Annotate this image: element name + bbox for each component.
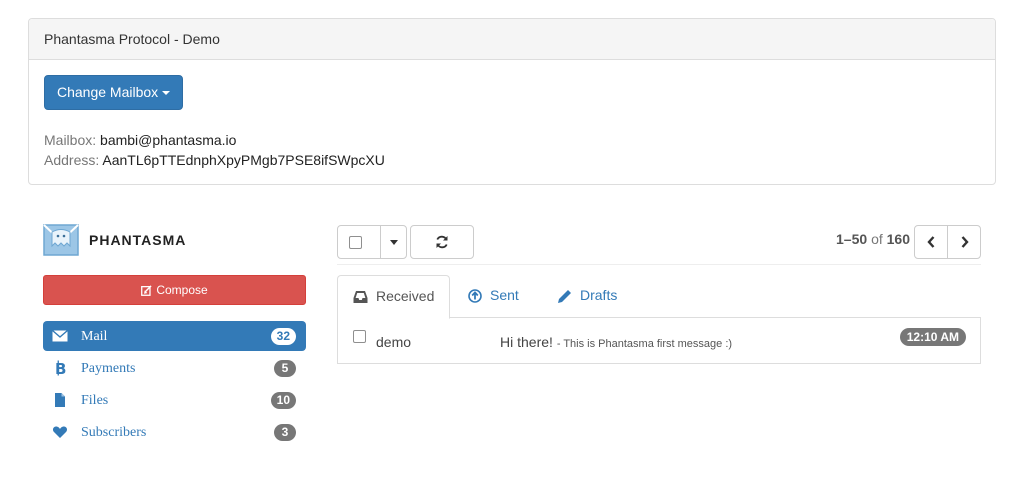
tab-label: Received — [376, 288, 435, 304]
address-value: AanTL6pTTEdnphXpyPMgb7PSE8ifSWpcXU — [102, 152, 385, 168]
pager-info: 1–50 of 160 — [836, 231, 910, 247]
chevron-left-icon — [927, 236, 935, 248]
compose-label: Compose — [156, 283, 208, 297]
mail-tabs: Received Sent Drafts — [337, 275, 981, 319]
change-mailbox-button[interactable]: Change Mailbox — [44, 75, 183, 110]
refresh-icon — [436, 235, 448, 249]
envelope-icon — [52, 329, 68, 342]
sidebar-item-mail[interactable]: Mail 32 — [43, 321, 306, 351]
prev-page-button[interactable] — [914, 225, 948, 259]
chevron-right-icon — [961, 236, 969, 248]
sidebar-item-label: Mail — [81, 329, 108, 344]
mailbox-value: bambi@phantasma.io — [100, 132, 237, 148]
heart-icon — [52, 426, 68, 438]
panel-title: Phantasma Protocol - Demo — [29, 19, 995, 60]
phantasma-logo-icon — [43, 224, 79, 256]
pager-of: of — [871, 231, 883, 247]
select-all-button[interactable] — [337, 225, 381, 259]
tab-received[interactable]: Received — [337, 275, 451, 319]
sidebar-item-label: Files — [81, 393, 109, 408]
inbox-icon — [353, 291, 368, 304]
pager-range: 1–50 — [836, 231, 868, 247]
address-label: Address: — [44, 152, 100, 168]
mailbox-panel: Phantasma Protocol - Demo Change Mailbox… — [28, 18, 996, 185]
brand-name: PHANTASMA — [89, 232, 187, 248]
message-subject: Hi there! — [500, 334, 553, 350]
edit-icon — [141, 285, 152, 297]
toolbar-divider — [337, 264, 981, 265]
sidebar-item-label: Subscribers — [81, 425, 147, 440]
message-checkbox[interactable] — [353, 330, 366, 343]
compose-button[interactable]: Compose — [43, 275, 306, 305]
next-page-button[interactable] — [947, 225, 981, 259]
select-dropdown-button[interactable] — [380, 225, 407, 259]
refresh-button[interactable] — [410, 225, 474, 259]
mailbox-label: Mailbox: — [44, 132, 97, 148]
bitcoin-icon: B — [55, 360, 66, 376]
caret-down-icon — [162, 91, 171, 96]
pager-total: 160 — [886, 231, 910, 247]
tab-label: Drafts — [580, 287, 618, 303]
caret-down-icon — [390, 240, 398, 245]
change-mailbox-label: Change Mailbox — [57, 84, 159, 100]
tab-drafts[interactable]: Drafts — [542, 275, 632, 318]
file-icon — [55, 393, 65, 407]
sidebar-item-payments[interactable]: B Payments 5 — [43, 353, 306, 383]
sidebar-item-files[interactable]: Files 10 — [43, 385, 306, 415]
select-all-checkbox[interactable] — [349, 236, 362, 249]
sidebar-item-label: Payments — [81, 361, 136, 376]
count-badge: 32 — [270, 328, 296, 345]
tab-sent[interactable]: Sent — [453, 275, 534, 318]
message-list: demo Hi there! - This is Phantasma first… — [337, 318, 981, 364]
tab-label: Sent — [490, 287, 519, 303]
sidebar-item-subscribers[interactable]: Subscribers 3 — [43, 417, 306, 447]
message-subject-wrap: Hi there! - This is Phantasma first mess… — [500, 334, 732, 350]
mailbox-info: Mailbox: bambi@phantasma.io — [44, 130, 236, 150]
message-time-badge: 12:10 AM — [899, 328, 966, 346]
message-preview: - This is Phantasma first message :) — [556, 338, 733, 350]
circle-arrow-up-icon — [468, 289, 482, 304]
address-info: Address: AanTL6pTTEdnphXpyPMgb7PSE8ifSWp… — [44, 150, 385, 170]
message-from: demo — [376, 334, 412, 350]
count-badge: 10 — [270, 392, 296, 409]
pencil-icon — [558, 289, 571, 303]
sidebar-nav: Mail 32 B Payments 5 Files 10 Subscriber… — [43, 321, 306, 449]
count-badge: 3 — [274, 424, 296, 441]
svg-text:B: B — [55, 360, 66, 376]
message-row[interactable]: demo Hi there! - This is Phantasma first… — [338, 318, 980, 363]
count-badge: 5 — [274, 360, 296, 377]
